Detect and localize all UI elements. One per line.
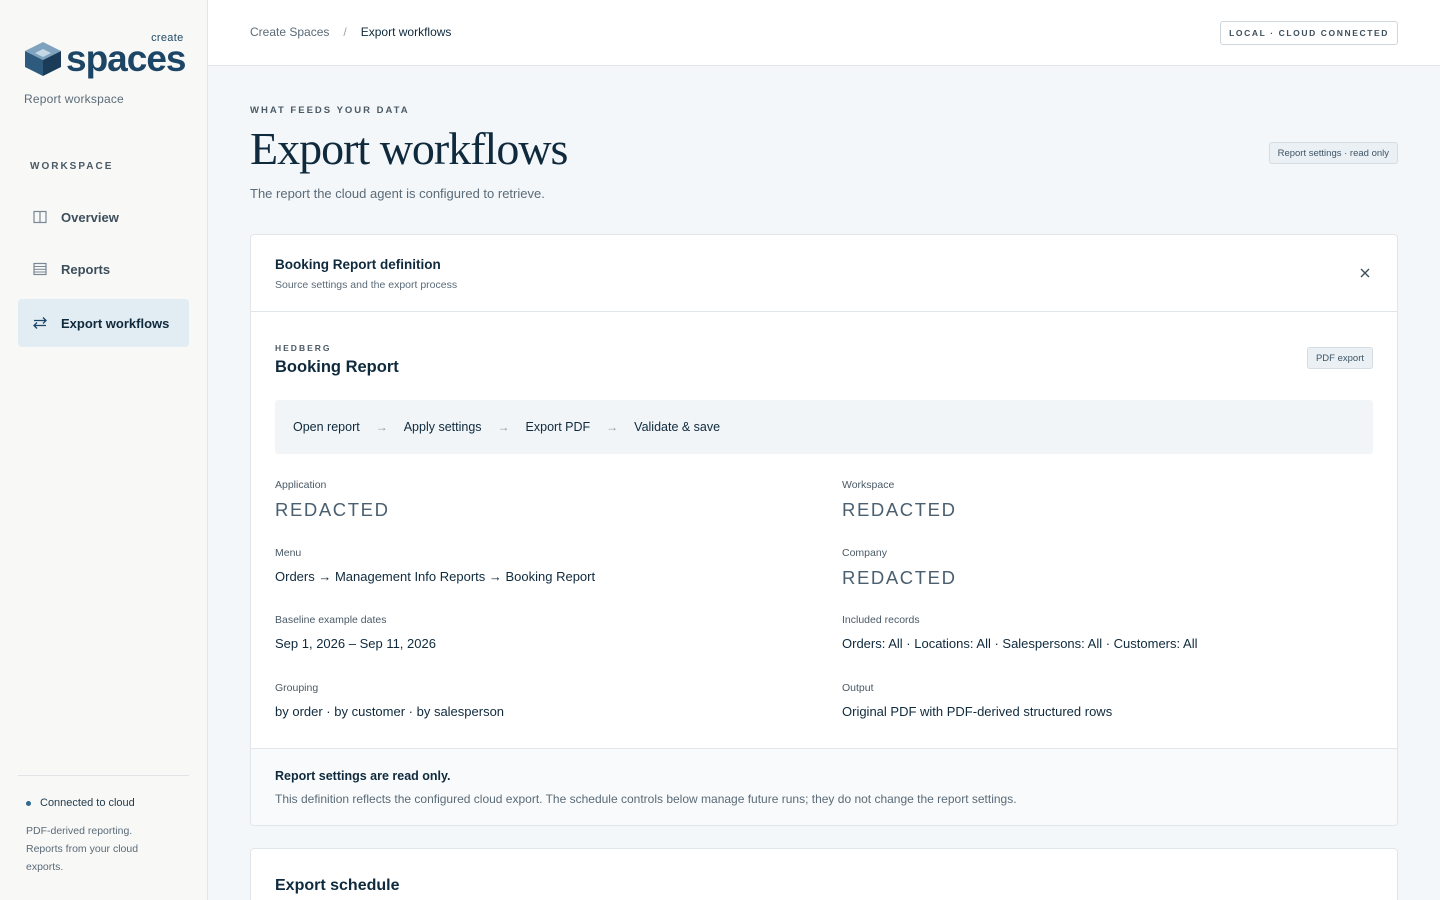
step-open-report: Open report bbox=[293, 420, 360, 434]
field-value-workspace: REDACTED bbox=[842, 499, 957, 520]
report-vendor: HEDBERG bbox=[275, 343, 332, 353]
field-label-company: Company bbox=[842, 547, 887, 559]
card-subtitle: Source settings and the export process bbox=[275, 279, 458, 291]
export-steps: Open report → Apply settings → Export PD… bbox=[275, 400, 1373, 454]
schedule-title: Export schedule bbox=[275, 877, 400, 894]
sidebar-item-reports[interactable]: Reports bbox=[18, 245, 189, 293]
field-label-grouping: Grouping bbox=[275, 682, 319, 694]
field-value-application: REDACTED bbox=[275, 499, 390, 520]
cube-logo-icon bbox=[25, 42, 61, 76]
page-title: Export workflows bbox=[250, 123, 568, 174]
notice-text: This definition reflects the configured … bbox=[275, 792, 1017, 806]
sidebar-item-export-workflows[interactable]: Export workflows bbox=[18, 299, 189, 347]
sidebar: create spaces Report workspace WORKSPACE… bbox=[0, 0, 208, 900]
export-schedule-card: Export schedule bbox=[250, 848, 1398, 900]
card-header: Booking Report definition Source setting… bbox=[251, 235, 1397, 312]
sidebar-item-overview[interactable]: Overview bbox=[18, 193, 189, 241]
sidebar-note: PDF-derived reporting. Reports from your… bbox=[26, 825, 139, 873]
step-export-pdf: Export PDF bbox=[525, 420, 591, 434]
field-value-baseline-dates: Sep 1, 2026 – Sep 11, 2026 bbox=[275, 636, 436, 651]
page-eyebrow: WHAT FEEDS YOUR DATA bbox=[250, 105, 410, 116]
field-value-company: REDACTED bbox=[842, 567, 957, 588]
field-label-workspace: Workspace bbox=[842, 479, 895, 491]
read-only-notice: Report settings are read only. This defi… bbox=[251, 748, 1397, 825]
workspace-subtitle: Report workspace bbox=[24, 92, 124, 106]
logo-create-text: create bbox=[151, 32, 184, 44]
sidebar-item-label: Overview bbox=[61, 209, 119, 225]
field-label-output: Output bbox=[842, 682, 874, 694]
notice-title: Report settings are read only. bbox=[275, 769, 451, 783]
field-value-menu: Orders → Management Info Reports → Booki… bbox=[275, 569, 596, 584]
field-label-menu: Menu bbox=[275, 547, 302, 559]
field-value-output: Original PDF with PDF-derived structured… bbox=[842, 704, 1113, 719]
nav-section-label: WORKSPACE bbox=[30, 161, 114, 172]
columns-icon bbox=[32, 209, 48, 225]
top-bar: Create Spaces / Export workflows LOCAL ·… bbox=[208, 0, 1440, 66]
read-only-badge: Report settings · read only bbox=[1268, 142, 1398, 164]
field-label-application: Application bbox=[275, 479, 327, 491]
table-icon bbox=[32, 261, 48, 277]
field-value-included-records: Orders: All · Locations: All · Salespers… bbox=[842, 636, 1198, 651]
report-definition-card: Booking Report definition Source setting… bbox=[250, 234, 1398, 826]
logo[interactable]: create spaces bbox=[24, 32, 186, 77]
arrow-right-icon: → bbox=[497, 420, 510, 434]
breadcrumb-link-create-spaces[interactable]: Create Spaces bbox=[250, 25, 329, 39]
step-validate-save: Validate & save bbox=[634, 420, 721, 434]
field-value-grouping: by order · by customer · by salesperson bbox=[275, 704, 505, 719]
arrows-exchange-icon bbox=[32, 315, 48, 331]
page-description: The report the cloud agent is configured… bbox=[250, 186, 545, 201]
sidebar-item-label: Export workflows bbox=[61, 315, 170, 331]
connection-status-text: Connected to cloud bbox=[40, 797, 135, 809]
step-apply-settings: Apply settings bbox=[403, 420, 482, 434]
card-title: Booking Report definition bbox=[275, 257, 441, 272]
close-icon[interactable] bbox=[1357, 265, 1373, 281]
field-label-included-records: Included records bbox=[842, 614, 920, 626]
status-dot-icon bbox=[26, 800, 31, 806]
report-name: Booking Report bbox=[275, 358, 399, 376]
arrow-right-icon: → bbox=[375, 420, 388, 434]
logo-wordmark: create spaces bbox=[66, 32, 186, 77]
breadcrumb: Create Spaces / Export workflows bbox=[250, 25, 451, 39]
format-badge: PDF export bbox=[1306, 347, 1373, 369]
sidebar-divider bbox=[18, 775, 189, 776]
connection-status-badge: LOCAL · CLOUD CONNECTED bbox=[1220, 21, 1398, 45]
field-label-baseline-dates: Baseline example dates bbox=[275, 614, 387, 626]
sidebar-item-label: Reports bbox=[61, 261, 111, 277]
connection-status: Connected to cloud bbox=[26, 797, 135, 809]
breadcrumb-separator: / bbox=[343, 25, 347, 39]
breadcrumb-current: Export workflows bbox=[360, 25, 452, 39]
arrow-right-icon: → bbox=[606, 420, 619, 434]
